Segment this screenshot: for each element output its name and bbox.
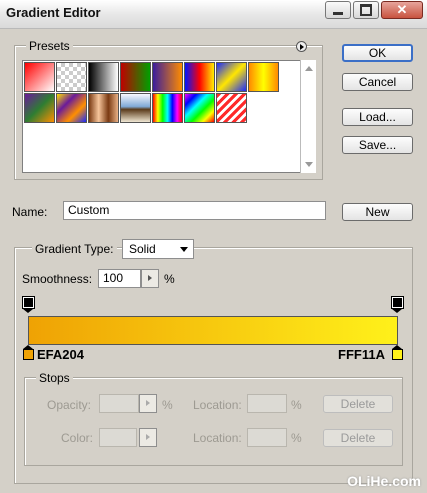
preset-swatch-blue-yellow-blue[interactable]: [216, 62, 247, 92]
preset-swatch-foreground-to-transparent[interactable]: [56, 62, 87, 92]
preset-swatch-red-green[interactable]: [120, 62, 151, 92]
maximize-icon: [354, 2, 378, 18]
preset-swatch-copper[interactable]: [88, 93, 119, 123]
minimize-button[interactable]: [325, 1, 351, 19]
start-color-hex: EFA204: [37, 347, 84, 362]
presets-legend: Presets: [26, 39, 73, 53]
preset-swatch-orange-yellow-orange[interactable]: [248, 62, 279, 92]
ok-button[interactable]: OK: [342, 44, 413, 62]
smoothness-input[interactable]: 100: [98, 269, 141, 288]
preset-swatch-violet-green-orange[interactable]: [24, 93, 55, 123]
preset-swatch-black-white[interactable]: [88, 62, 119, 92]
color-delete-button[interactable]: Delete: [323, 429, 393, 447]
scroll-down-arrow-icon[interactable]: [305, 162, 313, 167]
opacity-input[interactable]: [99, 394, 139, 413]
opacity-label: Opacity:: [47, 398, 92, 412]
presets-scrollbar[interactable]: [300, 60, 316, 173]
title-bar: Gradient Editor ✕: [0, 0, 427, 29]
scroll-up-arrow-icon[interactable]: [305, 66, 313, 71]
end-color-hex: FFF11A: [338, 347, 385, 362]
opacity-location-input[interactable]: [247, 394, 287, 413]
cancel-button[interactable]: Cancel: [342, 73, 413, 91]
opacity-stop-left[interactable]: [22, 296, 35, 313]
color-location-unit: %: [291, 431, 302, 445]
smoothness-unit: %: [164, 272, 175, 286]
opacity-stop-right[interactable]: [391, 296, 404, 313]
minimize-icon: [326, 2, 350, 18]
stops-group: [24, 377, 403, 466]
chevron-down-icon: [180, 247, 188, 252]
color-swatch-box[interactable]: [99, 428, 137, 447]
color-location-input[interactable]: [247, 428, 287, 447]
preset-swatch-yellow-violet-orange-blue[interactable]: [56, 93, 87, 123]
close-button[interactable]: ✕: [381, 1, 423, 19]
color-label: Color:: [61, 431, 94, 445]
close-icon: ✕: [396, 2, 408, 17]
preset-swatch-foreground-to-background[interactable]: [24, 62, 55, 92]
maximize-button[interactable]: [353, 1, 379, 19]
window-title: Gradient Editor: [6, 5, 101, 20]
smoothness-label: Smoothness:: [22, 272, 93, 286]
opacity-stepper-arrow-icon[interactable]: [139, 394, 157, 413]
color-location-label: Location:: [193, 431, 242, 445]
save-button[interactable]: Save...: [342, 136, 413, 154]
color-stop-right[interactable]: [392, 345, 403, 361]
opacity-location-label: Location:: [193, 398, 242, 412]
name-field[interactable]: Custom: [63, 201, 326, 220]
name-label: Name:: [12, 205, 48, 219]
opacity-location-unit: %: [291, 398, 302, 412]
opacity-delete-button[interactable]: Delete: [323, 395, 393, 413]
presets-menu-arrow-icon[interactable]: [296, 41, 307, 52]
new-button[interactable]: New: [342, 203, 413, 221]
preset-swatch-chrome[interactable]: [120, 93, 151, 123]
stops-legend: Stops: [36, 371, 73, 385]
smoothness-stepper-arrow-icon[interactable]: [141, 269, 159, 288]
gradient-type-select[interactable]: Solid: [122, 239, 194, 259]
preset-swatch-spectrum[interactable]: [152, 93, 183, 123]
gradient-type-label: Gradient Type:: [32, 242, 117, 256]
preset-swatch-violet-orange[interactable]: [152, 62, 183, 92]
opacity-unit: %: [162, 398, 173, 412]
preset-swatch-transparent-rainbow[interactable]: [184, 93, 215, 123]
color-stop-left[interactable]: [23, 345, 34, 361]
preset-swatch-blue-red-yellow[interactable]: [184, 62, 215, 92]
gradient-preview-bar[interactable]: [28, 316, 398, 345]
load-button[interactable]: Load...: [342, 108, 413, 126]
gradient-type-value: Solid: [129, 242, 156, 256]
preset-swatch-transparent-stripes[interactable]: [216, 93, 247, 123]
color-menu-arrow-icon[interactable]: [139, 428, 157, 447]
watermark: OLiHe.com: [347, 473, 421, 489]
